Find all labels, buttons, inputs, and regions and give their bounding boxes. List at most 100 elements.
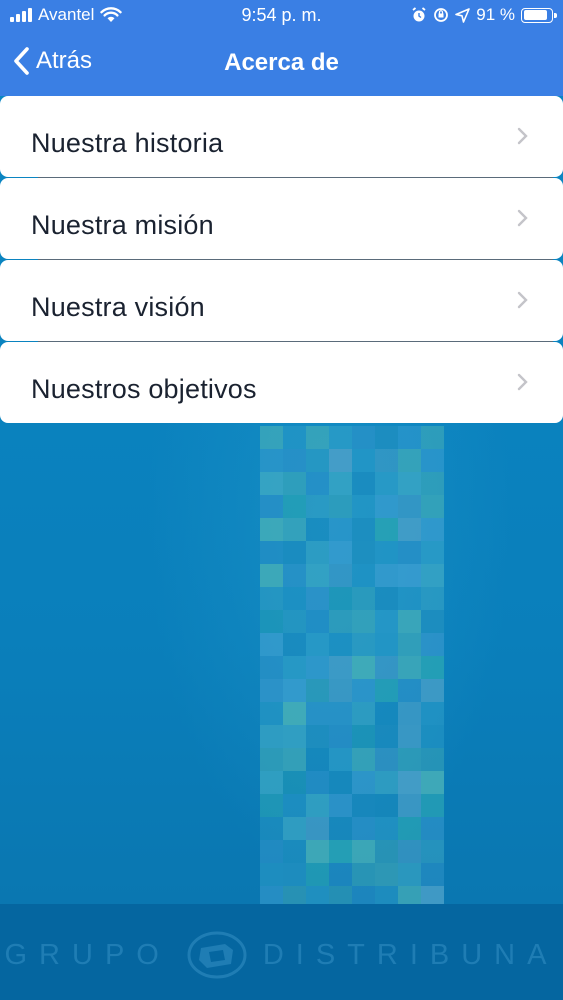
background-pixel xyxy=(283,564,306,587)
background-pixel xyxy=(375,495,398,518)
background-pixel xyxy=(260,564,283,587)
background-pixel xyxy=(260,840,283,863)
background-pixel xyxy=(329,564,352,587)
background-pixel xyxy=(329,794,352,817)
background-pixel xyxy=(421,656,444,679)
background-pixel xyxy=(329,679,352,702)
background-pixel xyxy=(352,426,375,449)
background-pixel xyxy=(306,472,329,495)
background-pixel xyxy=(398,449,421,472)
brand-logo-banner: GRUPO DISTRIBUNA xyxy=(0,930,563,980)
background-pixel xyxy=(283,794,306,817)
background-pixel xyxy=(283,495,306,518)
background-pixel xyxy=(398,518,421,541)
background-pixel xyxy=(306,840,329,863)
background-pixel xyxy=(398,679,421,702)
chevron-right-icon xyxy=(517,209,528,227)
background-pixel xyxy=(375,840,398,863)
background-pixel xyxy=(352,679,375,702)
background-pixel xyxy=(306,564,329,587)
background-pixel xyxy=(329,472,352,495)
background-pixel xyxy=(352,449,375,472)
background-pixel xyxy=(283,863,306,886)
background-pixel xyxy=(398,817,421,840)
background-pixel xyxy=(283,633,306,656)
background-pixel xyxy=(306,702,329,725)
menu-item-historia[interactable]: Nuestra historia xyxy=(0,96,563,178)
background-pixel xyxy=(306,656,329,679)
background-pixel xyxy=(283,426,306,449)
background-pixel xyxy=(421,817,444,840)
background-pixel xyxy=(375,449,398,472)
background-pixel xyxy=(352,518,375,541)
background-pixel xyxy=(352,633,375,656)
background-pixel xyxy=(352,587,375,610)
background-pixel xyxy=(398,610,421,633)
distribuna-logo-icon xyxy=(187,931,247,979)
background-pixel xyxy=(421,587,444,610)
background-pixel xyxy=(352,794,375,817)
background-pixel xyxy=(352,472,375,495)
background-pixel xyxy=(352,495,375,518)
background-pixel xyxy=(306,426,329,449)
background-pixel xyxy=(329,771,352,794)
background-pixel xyxy=(329,633,352,656)
background-pixel xyxy=(306,817,329,840)
background-pixel xyxy=(306,610,329,633)
background-pixel xyxy=(260,771,283,794)
app-header: Avantel 9:54 p. m. 91 % Atrás Acerca de xyxy=(0,0,563,96)
background-pixel xyxy=(421,794,444,817)
background-pixel xyxy=(283,541,306,564)
menu-item-objetivos[interactable]: Nuestros objetivos xyxy=(0,342,563,423)
background-pixel xyxy=(283,817,306,840)
background-pixel xyxy=(260,656,283,679)
background-pixel xyxy=(260,541,283,564)
background-pixel xyxy=(283,610,306,633)
brand-word-left: GRUPO xyxy=(4,938,171,971)
background-pixel xyxy=(329,495,352,518)
menu-item-mision[interactable]: Nuestra misión xyxy=(0,178,563,260)
background-pixel xyxy=(398,564,421,587)
background-pixel xyxy=(306,771,329,794)
orientation-lock-icon xyxy=(434,8,449,22)
background-pixel xyxy=(283,840,306,863)
background-pixel xyxy=(421,863,444,886)
background-pixel xyxy=(421,702,444,725)
menu-item-label: Nuestra historia xyxy=(31,128,224,158)
background-pixel xyxy=(283,725,306,748)
background-pixel xyxy=(329,863,352,886)
background-pixel xyxy=(329,587,352,610)
battery-icon xyxy=(521,7,557,23)
background-pixel xyxy=(352,771,375,794)
background-pixel xyxy=(398,863,421,886)
status-right: 91 % xyxy=(411,5,557,25)
background-pixel xyxy=(260,587,283,610)
location-icon xyxy=(455,7,471,23)
navigation-bar: Atrás Acerca de xyxy=(0,38,563,90)
background-pixel xyxy=(260,633,283,656)
background-pixel xyxy=(421,472,444,495)
background-pixel xyxy=(352,817,375,840)
background-pixel xyxy=(329,840,352,863)
background-pixel xyxy=(421,541,444,564)
menu-item-vision[interactable]: Nuestra visión xyxy=(0,260,563,342)
page-title: Acerca de xyxy=(224,49,339,76)
background-pixel xyxy=(306,679,329,702)
background-pixel xyxy=(375,426,398,449)
background-pixel xyxy=(260,725,283,748)
battery-percent: 91 % xyxy=(476,5,515,24)
background-pixel xyxy=(260,449,283,472)
background-pixel xyxy=(329,518,352,541)
background-pixel xyxy=(260,610,283,633)
background-pixel xyxy=(398,725,421,748)
background-pixel xyxy=(375,679,398,702)
background-pixel xyxy=(421,679,444,702)
background-pixel xyxy=(329,426,352,449)
background-pixel xyxy=(306,587,329,610)
background-pixel xyxy=(375,656,398,679)
background-pixel xyxy=(375,518,398,541)
background-pixel xyxy=(352,541,375,564)
background-pixel xyxy=(306,725,329,748)
background-pixel xyxy=(421,518,444,541)
background-pixel xyxy=(283,748,306,771)
